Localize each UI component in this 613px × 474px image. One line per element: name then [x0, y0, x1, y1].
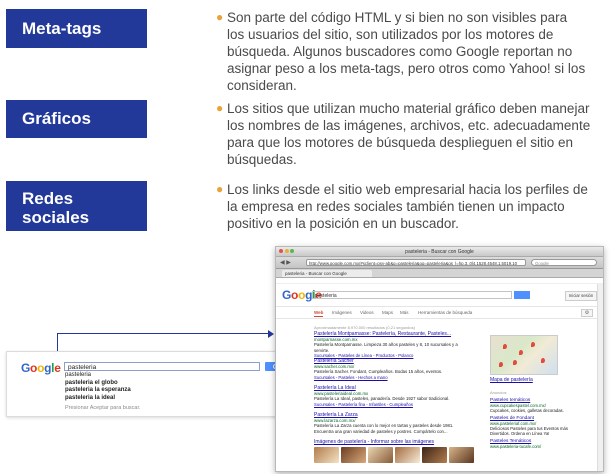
results-search-button[interactable]: [514, 291, 530, 299]
bullet-line: Son parte del código HTML y si bien no s…: [227, 10, 568, 25]
ad-url: www.pasteleria-tucafe.com/: [490, 444, 542, 449]
bullet-line: para que los motores de búsqueda desplie…: [227, 135, 573, 150]
map-pin-icon: [503, 344, 507, 349]
bullet-line: la empresa en redes sociales también tie…: [227, 199, 565, 214]
suggestion-item[interactable]: pasteleria la esperanza: [65, 387, 245, 395]
map-pin-icon: [531, 342, 535, 347]
tab-videos[interactable]: Videos: [360, 310, 374, 315]
label-meta-tags: Meta-tags: [6, 9, 147, 48]
result-sitelinks[interactable]: Sucursales - Pasteles - Hechos a mano: [314, 375, 474, 380]
map-pin-icon: [519, 350, 523, 355]
window-title: pasteleria - Buscar con Google: [405, 249, 474, 255]
tab-maps[interactable]: Maps: [382, 310, 393, 315]
connector-line: [57, 333, 269, 334]
bullet-line: Los sitios que utilizan mucho material g…: [227, 101, 590, 116]
suggestion-item[interactable]: pasteleria el globo: [65, 380, 245, 388]
tab-active[interactable]: pasteleria - Buscar con Google: [282, 270, 372, 277]
tab-search-tools[interactable]: Herramientas de búsqueda: [418, 310, 472, 315]
bullet-graficos: ● Los sitios que utilizan mucho material…: [216, 100, 606, 168]
bullet-line: asignar peso a los meta-tags, pero otros…: [227, 61, 586, 76]
label-graficos: Gráficos: [6, 100, 147, 138]
google-suggest-box: Google pasteleria pasteleria pasteleria …: [6, 351, 295, 417]
label-text: Redes: [22, 189, 74, 208]
map-pin-icon: [513, 360, 517, 365]
image-thumbnails: [314, 447, 476, 463]
map-pin-icon: [541, 358, 545, 363]
search-input[interactable]: pasteleria: [64, 362, 260, 371]
label-text: Gráficos: [22, 109, 91, 128]
bullet-dot-icon: ●: [216, 182, 224, 196]
label-text: Meta-tags: [22, 19, 102, 38]
tab-bar: pasteleria - Buscar con Google: [276, 269, 603, 278]
bullet-line: búsqueda. Algunos buscadores como Google…: [227, 44, 573, 59]
google-logo: Google: [21, 361, 61, 375]
connector-line: [57, 333, 58, 353]
bullet-dot-icon: ●: [216, 101, 224, 115]
suggestion-item[interactable]: pasteleria la ideal: [65, 395, 245, 403]
result-snippet: Pastelería La Zarza cuenta con lo mejor …: [314, 423, 454, 429]
suggest-footer: Presionar Aceptar para buscar.: [65, 405, 141, 411]
gear-icon[interactable]: ⚙: [581, 309, 593, 317]
arrow-right-icon: [268, 330, 274, 338]
map-link[interactable]: Mapa de pastelería: [490, 377, 533, 383]
ad-snippet: Cupcakes, cookies, galletas decoradas.: [490, 408, 564, 413]
bullet-line: los nombres de las imágenes, archivos, e…: [227, 118, 591, 133]
label-text: sociales: [22, 208, 90, 227]
address-bar[interactable]: http://www.google.com.mx/#sclient=psy-ab…: [306, 259, 526, 266]
browser-toolbar: ◀ ▶ http://www.google.com.mx/#sclient=ps…: [276, 257, 603, 269]
browser-search-field[interactable]: Google: [531, 259, 597, 266]
window-titlebar: pasteleria - Buscar con Google: [276, 247, 603, 257]
image-results: Imágenes de pastelería - Informar sobre …: [314, 439, 476, 463]
bullet-line: positivo en la posición en un buscador.: [227, 216, 459, 231]
map-pin-icon: [499, 362, 503, 367]
google-tabs: Web Imágenes Videos Maps Más Herramienta…: [276, 307, 603, 319]
bullet-line: búsquedas.: [227, 152, 297, 167]
thumbnail[interactable]: [449, 447, 474, 463]
scrollbar[interactable]: [597, 284, 603, 471]
google-header: Google pasteleria Iniciar sesión: [276, 284, 603, 307]
result-snippet: Encuentra una gran variedad de pasteles …: [314, 428, 448, 434]
thumbnail[interactable]: [341, 447, 366, 463]
results-search-input[interactable]: pasteleria: [312, 291, 512, 299]
search-result: Pastelería La Ideal www.pasteleriaideal.…: [314, 385, 474, 407]
result-sitelinks[interactable]: Sucursales - Pastelería fina - Infantile…: [314, 402, 474, 407]
sign-in-button[interactable]: Iniciar sesión: [565, 291, 597, 301]
bullet-dot-icon: ●: [216, 10, 224, 24]
bullet-redes-sociales: ● Los links desde el sitio web empresari…: [216, 181, 606, 232]
back-forward-icon[interactable]: ◀ ▶: [280, 259, 291, 266]
ads-header: Anuncios: [490, 390, 507, 395]
thumbnail[interactable]: [395, 447, 420, 463]
ad-snippet: Deliciosos Pasteles para tus Eventos más…: [490, 426, 568, 436]
browser-window: pasteleria - Buscar con Google ◀ ▶ http:…: [275, 246, 604, 472]
suggestion-item[interactable]: pasteleria: [65, 372, 245, 380]
map-thumbnail[interactable]: [490, 335, 558, 375]
bullet-line: los usuarios del sitio, son utilizados p…: [227, 27, 554, 42]
tab-more[interactable]: Más: [400, 310, 409, 315]
result-stats: Aproximadamente 8.970.000 resultados (0,…: [314, 325, 415, 330]
tab-web[interactable]: Web: [314, 310, 324, 317]
suggestion-list: pasteleria pasteleria el globo pasteleri…: [65, 372, 245, 402]
result-snippet: Pastelería Montparnasse. Limpieza 30 año…: [314, 342, 458, 353]
bullet-line: Los links desde el sitio web empresarial…: [227, 182, 588, 197]
bullet-line: consideran.: [227, 78, 297, 93]
tab-images[interactable]: Imágenes: [332, 310, 352, 315]
thumbnail[interactable]: [314, 447, 339, 463]
ads-panel: Anuncios Pasteles temáticos www.cupcakes…: [490, 390, 580, 449]
thumbnail[interactable]: [368, 447, 393, 463]
search-result: Pastelería Montparnasse: Pastelería, Res…: [314, 331, 474, 358]
bullet-meta-tags: ● Son parte del código HTML y si bien no…: [216, 9, 606, 94]
thumbnail[interactable]: [422, 447, 447, 463]
search-result: Pastelería Sacher www.sacher.com.mx/ Pas…: [314, 358, 474, 380]
images-link[interactable]: Imágenes de pastelería - Informar sobre …: [314, 439, 476, 445]
search-result: Pastelería La Zarza www.lazarza.com.mx/ …: [314, 412, 474, 434]
label-redes-sociales: Redes sociales: [6, 181, 147, 231]
